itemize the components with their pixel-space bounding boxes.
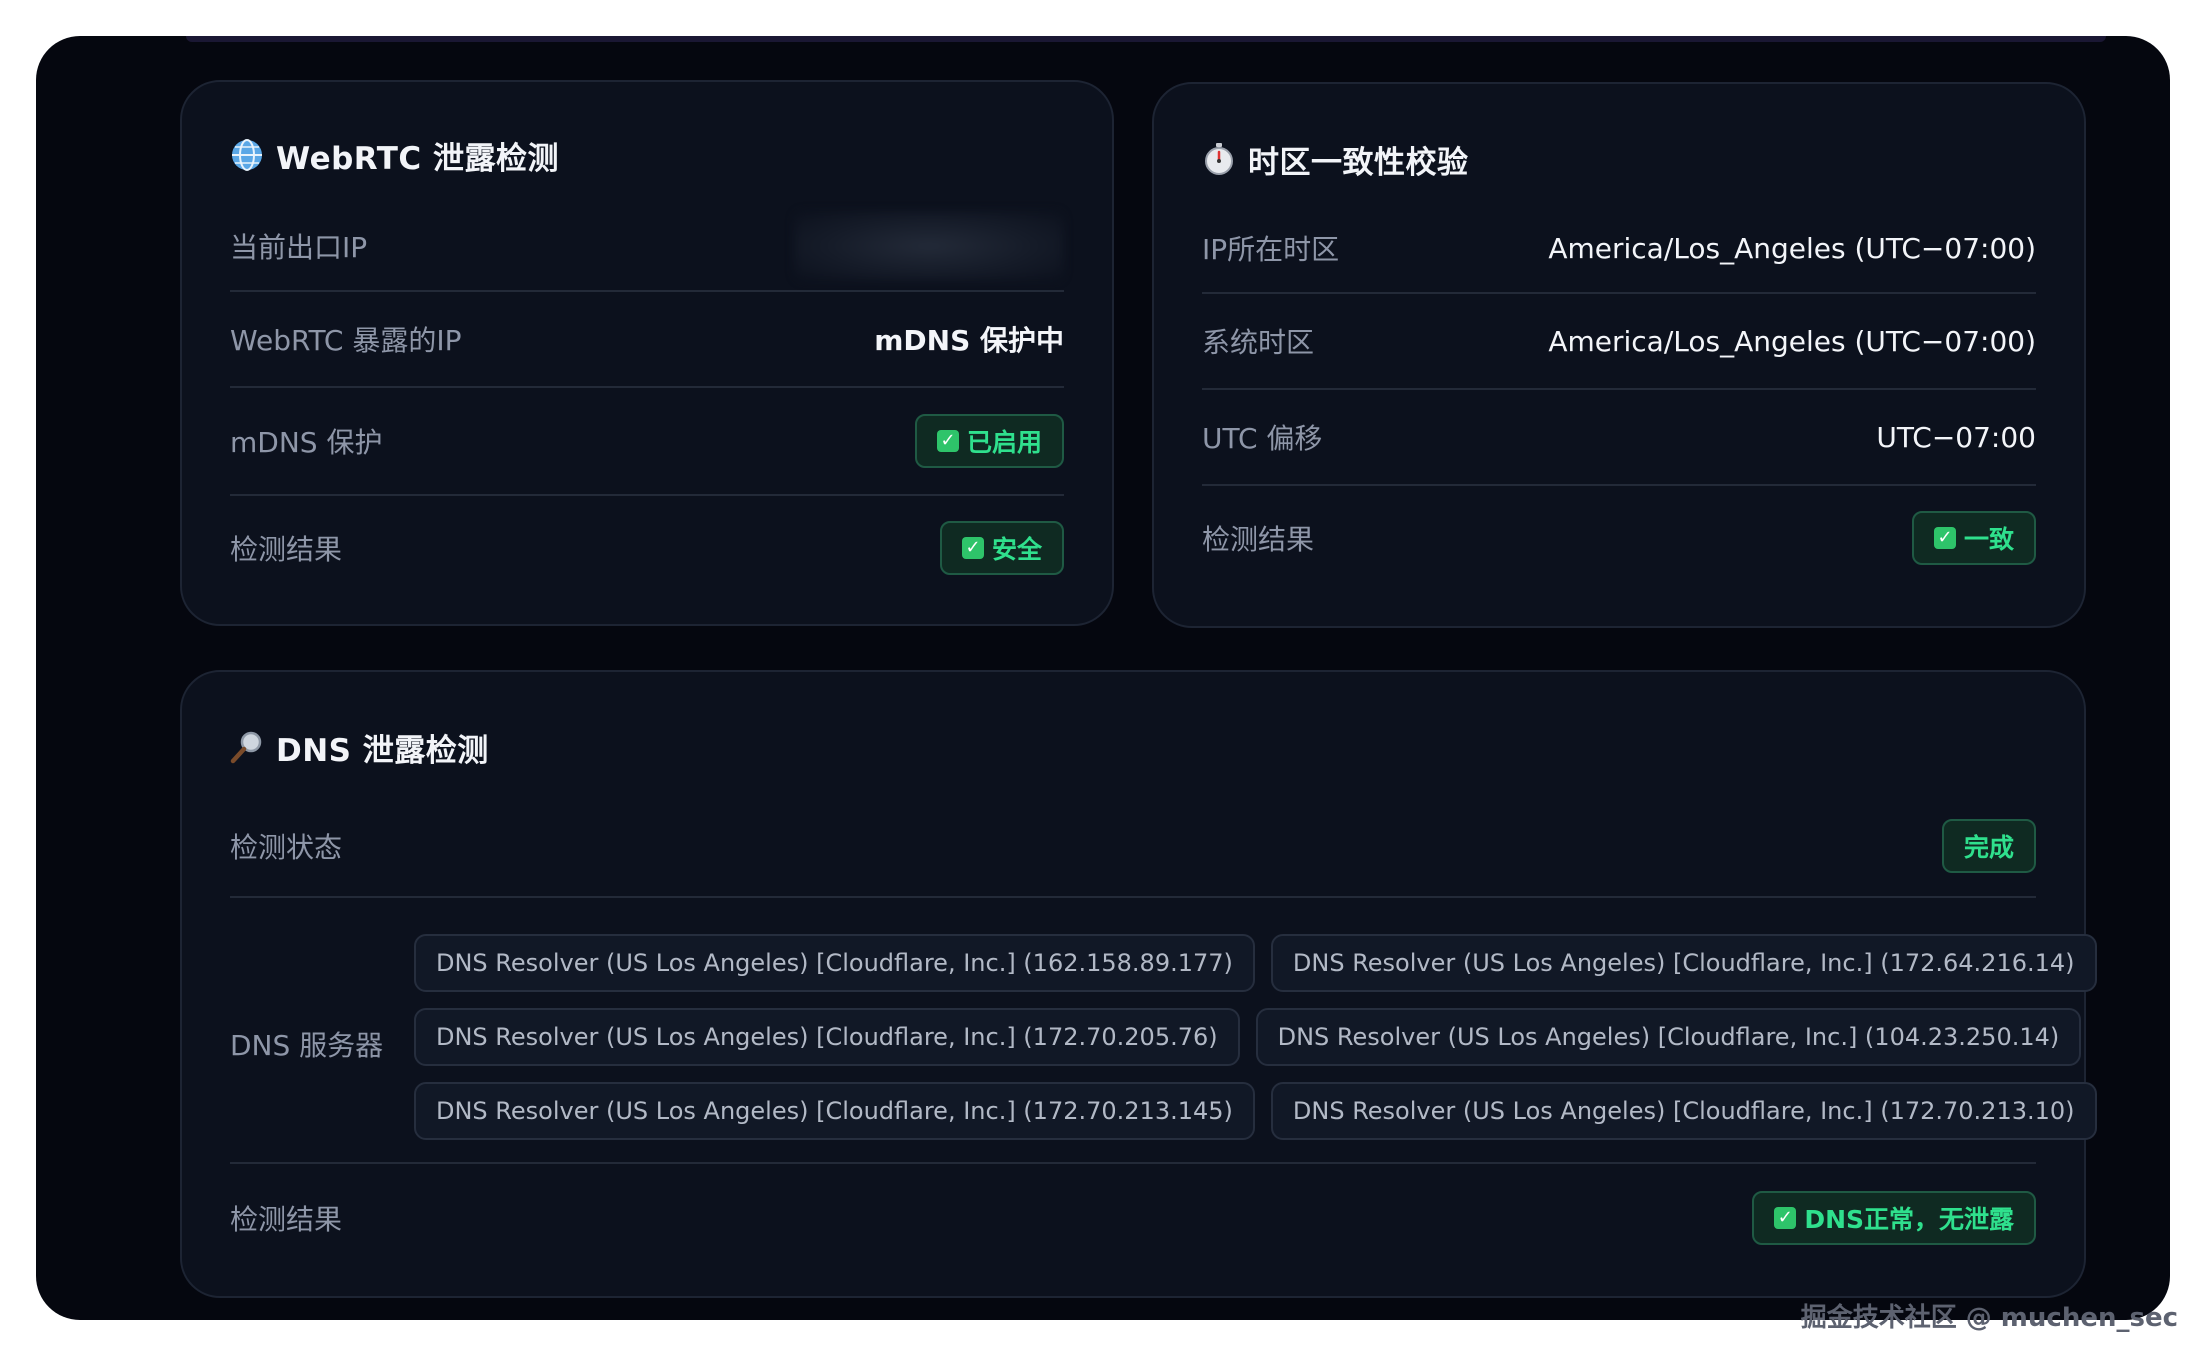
dns-row-result: 检测结果 ✓ DNS正常，无泄露 (230, 1164, 2036, 1272)
dns-servers-label: DNS 服务器 (230, 1029, 384, 1062)
dns-server-row: DNS Resolver (US Los Angeles) [Cloudflar… (414, 1082, 2097, 1140)
check-icon: ✓ (936, 430, 959, 452)
app-window: WebRTC 泄露检测 当前出口IP WebRTC 暴露的IP mDNS 保护中… (36, 36, 2170, 1320)
webrtc-title-text: WebRTC 泄露检测 (276, 140, 559, 177)
timezone-card-title: 时区一致性校验 (1202, 138, 1469, 181)
ip-zone-label: IP所在时区 (1202, 233, 1340, 266)
webrtc-card: WebRTC 泄露检测 当前出口IP WebRTC 暴露的IP mDNS 保护中… (180, 80, 1114, 626)
dns-row-status: 检测状态 完成 (230, 796, 2036, 898)
mdns-status-badge: ✓ 已启用 (914, 414, 1064, 468)
exit-ip-label: 当前出口IP (230, 231, 368, 264)
dns-server-chip: DNS Resolver (US Los Angeles) [Cloudflar… (414, 1082, 1255, 1140)
webrtc-row-exit-ip: 当前出口IP (230, 202, 1064, 292)
exposed-ip-value: mDNS 保护中 (874, 324, 1064, 357)
utc-offset-value: UTC−07:00 (1876, 420, 2036, 454)
webrtc-result-text: 安全 (991, 535, 1042, 564)
timezone-card: 时区一致性校验 IP所在时区 America/Los_Angeles (UTC−… (1152, 82, 2086, 628)
dns-server-chip: DNS Resolver (US Los Angeles) [Cloudflar… (414, 1008, 1240, 1066)
webrtc-row-mdns: mDNS 保护 ✓ 已启用 (230, 388, 1064, 496)
dns-status-label: 检测状态 (230, 831, 343, 864)
top-card-edge (186, 36, 2106, 42)
timezone-title-text: 时区一致性校验 (1248, 144, 1469, 181)
check-icon: ✓ (1933, 527, 1956, 549)
tz-row-ip-zone: IP所在时区 America/Los_Angeles (UTC−07:00) (1202, 204, 2036, 294)
webrtc-card-title: WebRTC 泄露检测 (230, 134, 559, 177)
dns-server-chip: DNS Resolver (US Los Angeles) [Cloudflar… (414, 934, 1255, 992)
dns-server-row: DNS Resolver (US Los Angeles) [Cloudflar… (414, 1008, 2082, 1066)
tz-result-badge: ✓ 一致 (1911, 511, 2036, 565)
check-icon: ✓ (961, 537, 984, 559)
exit-ip-value-redacted (794, 211, 1064, 281)
ip-zone-value: America/Los_Angeles (UTC−07:00) (1548, 231, 2036, 265)
magnifier-icon (230, 731, 262, 764)
dns-result-badge: ✓ DNS正常，无泄露 (1752, 1191, 2036, 1245)
watermark-text: 掘金技术社区 @ muchen_sec (1800, 1303, 2178, 1333)
dns-status-badge: 完成 (1941, 819, 2036, 873)
dns-server-list: DNS Resolver (US Los Angeles) [Cloudflar… (414, 934, 2097, 1156)
dns-server-chip: DNS Resolver (US Los Angeles) [Cloudflar… (1255, 1008, 2082, 1066)
dns-title-text: DNS 泄露检测 (276, 732, 489, 769)
check-icon: ✓ (1774, 1207, 1797, 1229)
globe-icon (232, 139, 262, 171)
system-zone-label: 系统时区 (1202, 326, 1315, 359)
webrtc-result-label: 检测结果 (230, 533, 343, 566)
tz-row-result: 检测结果 ✓ 一致 (1202, 486, 2036, 590)
webrtc-row-exposed-ip: WebRTC 暴露的IP mDNS 保护中 (230, 292, 1064, 388)
dns-result-text: DNS正常，无泄露 (1804, 1205, 2014, 1234)
webrtc-result-badge: ✓ 安全 (939, 521, 1064, 575)
mdns-status-text: 已启用 (966, 428, 1042, 457)
mdns-label: mDNS 保护 (230, 426, 383, 459)
dns-result-label: 检测结果 (230, 1203, 343, 1236)
dns-servers-section: DNS 服务器 DNS Resolver (US Los Angeles) [C… (230, 934, 2097, 1150)
dns-server-row: DNS Resolver (US Los Angeles) [Cloudflar… (414, 934, 2097, 992)
tz-result-text: 一致 (1963, 525, 2014, 554)
dns-card-title: DNS 泄露检测 (230, 726, 489, 769)
system-zone-value: America/Los_Angeles (UTC−07:00) (1548, 324, 2036, 358)
webrtc-row-result: 检测结果 ✓ 安全 (230, 496, 1064, 600)
dns-status-text: 完成 (1963, 833, 2014, 862)
exposed-ip-label: WebRTC 暴露的IP (230, 324, 462, 357)
tz-result-label: 检测结果 (1202, 523, 1315, 556)
tz-row-system-zone: 系统时区 America/Los_Angeles (UTC−07:00) (1202, 294, 2036, 390)
tz-row-utc-offset: UTC 偏移 UTC−07:00 (1202, 390, 2036, 486)
utc-offset-label: UTC 偏移 (1202, 422, 1323, 455)
dns-card: DNS 泄露检测 检测状态 完成 DNS 服务器 DNS Resolver (U… (180, 670, 2097, 1298)
stopwatch-icon (1205, 143, 1233, 175)
dns-server-chip: DNS Resolver (US Los Angeles) [Cloudflar… (1270, 1082, 2097, 1140)
dns-server-chip: DNS Resolver (US Los Angeles) [Cloudflar… (1270, 934, 2097, 992)
